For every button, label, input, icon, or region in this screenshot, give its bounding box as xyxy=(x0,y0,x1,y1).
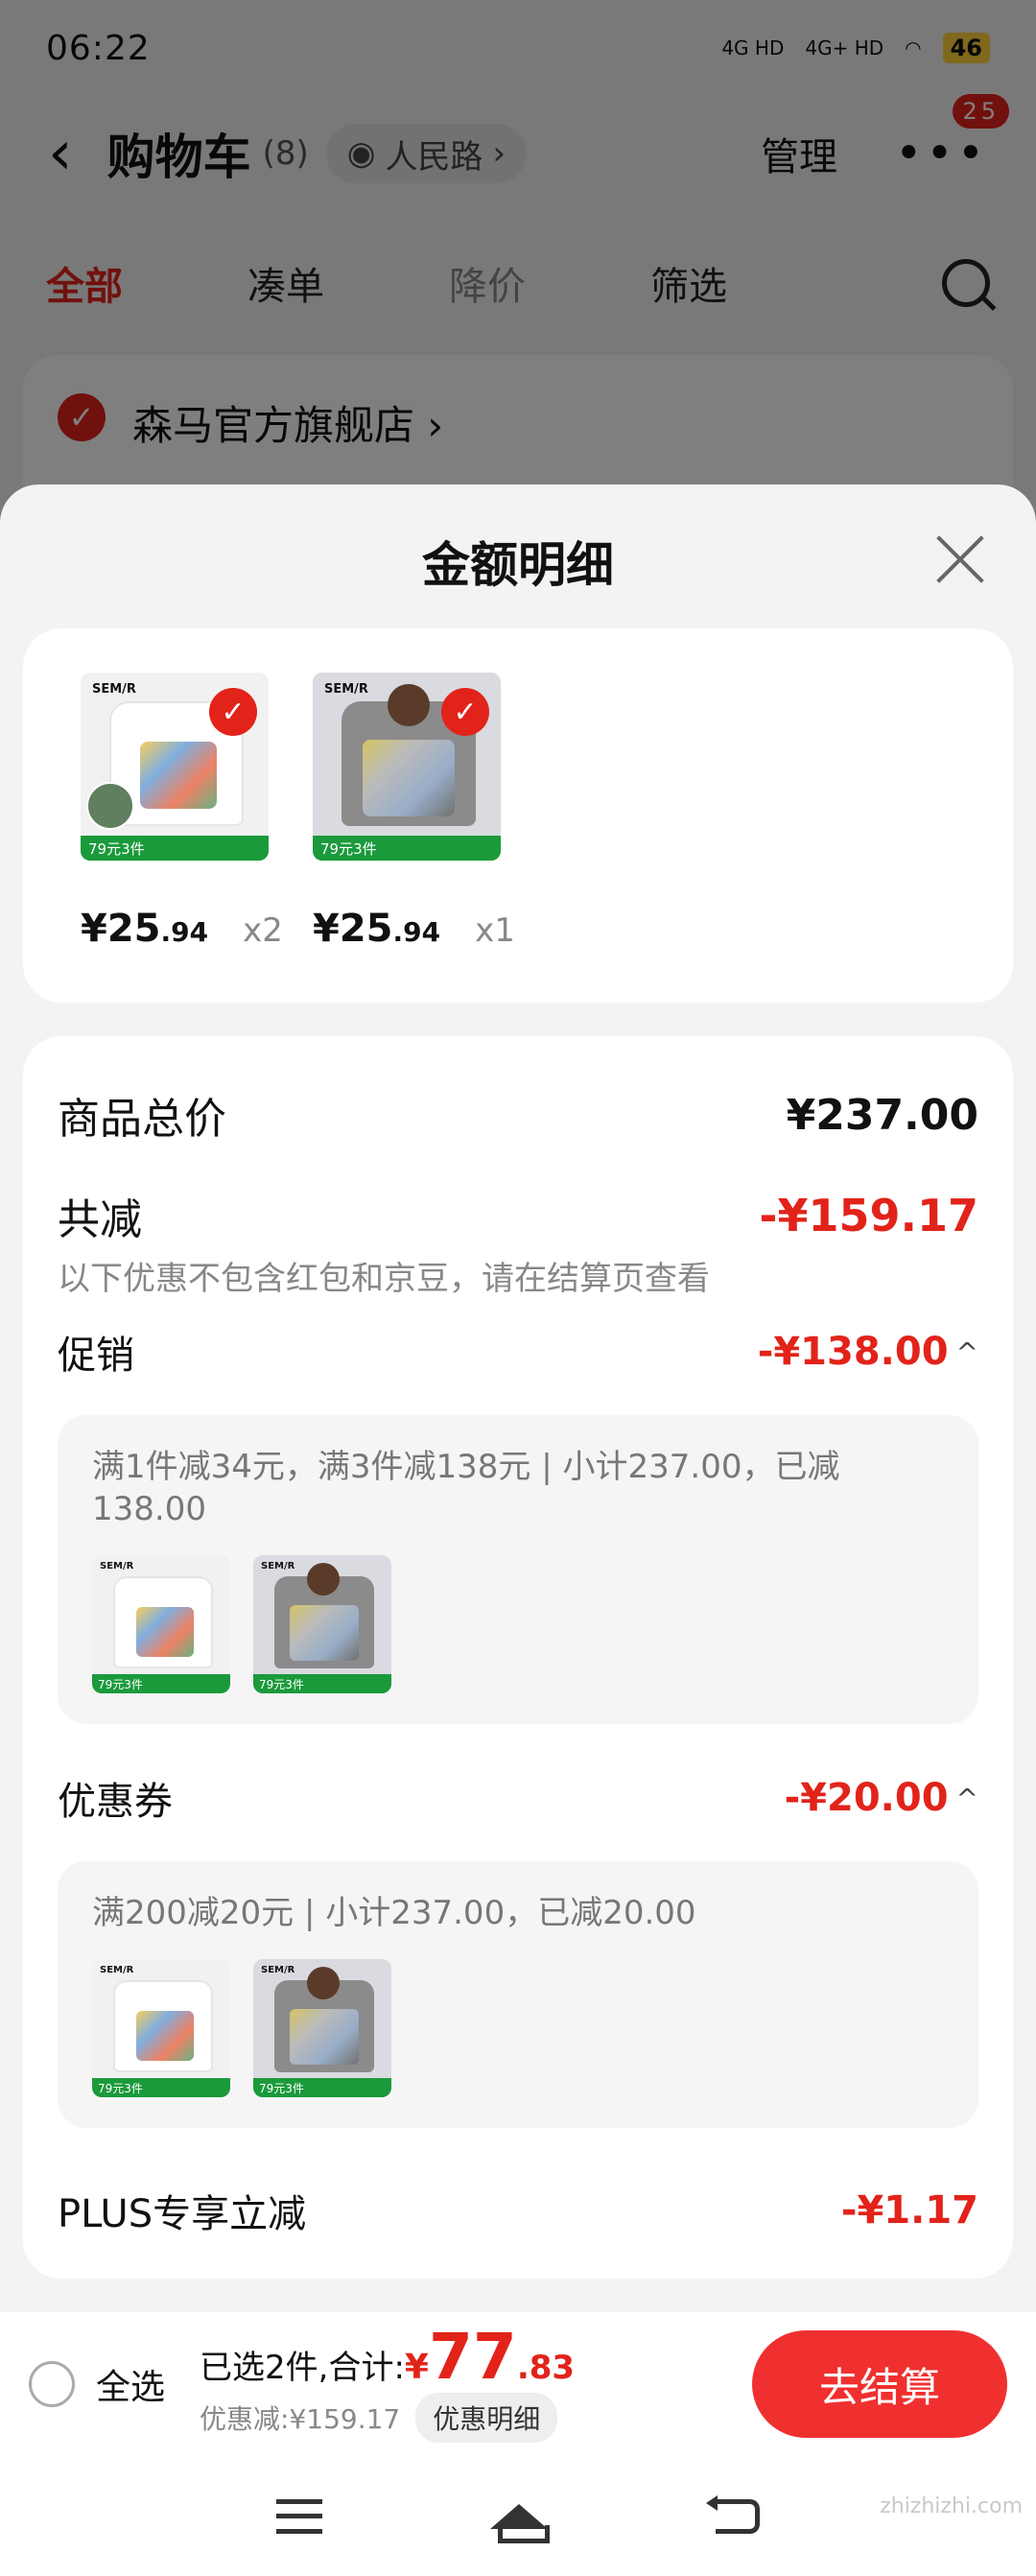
brand-label: SEM/R xyxy=(261,1965,295,1975)
selected-items: SEM/R 79元3件 ✓ ¥25.94 x2 SEM/R 79元3件 ✓ ¥2… xyxy=(23,628,1013,1003)
model-head xyxy=(307,1967,340,1999)
dim-overlay[interactable] xyxy=(0,0,1036,499)
promo-detail-box: 满1件减34元，满3件减138元 | 小计237.00，已减138.00 SEM… xyxy=(58,1415,978,1724)
tshirt-white-image xyxy=(113,1576,213,1668)
sheet-header: 金额明细 xyxy=(0,484,1036,638)
coupon-items: SEM/R 79元3件 SEM/R 79元3件 xyxy=(92,1959,944,2097)
promo-row[interactable]: 促销 -¥138.00 ^ xyxy=(58,1324,978,1380)
model-head xyxy=(388,684,430,726)
plus-row: PLUS专享立减 -¥1.17 xyxy=(58,2183,978,2238)
product-image: SEM/R 79元3件 ✓ xyxy=(313,673,501,861)
item-price: ¥25.94 xyxy=(81,907,209,951)
reduce-value: -¥159.17 xyxy=(759,1190,978,1241)
total-row: 商品总价 ¥237.00 xyxy=(58,1084,978,1146)
promo-tag: 79元3件 xyxy=(92,2078,230,2097)
total-integer: 77 xyxy=(428,2320,517,2394)
promo-tag: 79元3件 xyxy=(92,1674,230,1693)
close-icon[interactable] xyxy=(929,531,986,588)
item-card[interactable]: SEM/R 79元3件 ✓ ¥25.94 x2 xyxy=(81,673,283,958)
promo-tag: 79元3件 xyxy=(81,836,269,861)
brand-label: SEM/R xyxy=(324,682,368,697)
price-breakdown: 商品总价 ¥237.00 共减 -¥159.17 以下优惠不包含红包和京豆，请在… xyxy=(23,1036,1013,2279)
brand-label: SEM/R xyxy=(92,682,136,697)
plus-value: -¥1.17 xyxy=(840,2188,978,2233)
promo-tag: 79元3件 xyxy=(253,1674,391,1693)
cart-background: 06:22 4G HD 4G+ HD ◠ 46 ‹ 购物车 (8) ◉ 人民路 … xyxy=(0,0,1036,547)
chevron-up-icon: ^ xyxy=(955,1335,978,1368)
model-head xyxy=(307,1563,340,1595)
selected-check-icon[interactable]: ✓ xyxy=(209,688,257,736)
item-price: ¥25.94 xyxy=(313,907,441,951)
promo-item-thumb: SEM/R 79元3件 xyxy=(253,1555,391,1693)
checkout-button[interactable]: 去结算 xyxy=(752,2330,1007,2438)
total-value: ¥237.00 xyxy=(786,1090,978,1140)
coupon-detail-box: 满200减20元 | 小计237.00，已减20.00 SEM/R 79元3件 … xyxy=(58,1861,978,2128)
tshirt-white-image xyxy=(113,1980,213,2072)
item-qty: x2 xyxy=(243,911,283,950)
promo-items: SEM/R 79元3件 SEM/R 79元3件 xyxy=(92,1555,944,1693)
discount-line: 优惠减:¥159.17 优惠明细 xyxy=(200,2393,575,2443)
brand-label: SEM/R xyxy=(261,1561,295,1572)
total-line: 已选2件,合计: ¥ 77 .83 xyxy=(200,2326,575,2389)
menu-icon[interactable] xyxy=(275,2498,322,2534)
coupon-desc: 满200减20元 | 小计237.00，已减20.00 xyxy=(92,1894,696,1932)
promo-tag: 79元3件 xyxy=(253,2078,391,2097)
promo-tag: 79元3件 xyxy=(313,836,501,861)
selected-count: 已选2件,合计: xyxy=(200,2349,405,2387)
select-all-label[interactable]: 全选 xyxy=(96,2359,165,2409)
reduce-label: 共减 xyxy=(58,1195,142,1244)
sticker-icon xyxy=(86,782,134,830)
product-image: SEM/R 79元3件 ✓ xyxy=(81,673,269,861)
coupon-value: -¥20.00 xyxy=(784,1776,949,1820)
total-decimal: .83 xyxy=(516,2349,576,2387)
coupon-item-thumb: SEM/R 79元3件 xyxy=(92,1959,230,2097)
item-qty: x1 xyxy=(475,911,515,950)
total-label: 商品总价 xyxy=(58,1095,226,1144)
promo-desc: 满1件减34元，满3件减138元 | 小计237.00，已减138.00 xyxy=(92,1448,840,1528)
chevron-up-icon: ^ xyxy=(955,1782,978,1814)
brand-label: SEM/R xyxy=(100,1561,134,1572)
home-icon[interactable] xyxy=(489,2503,550,2543)
watermark: zhizhizhi.com xyxy=(880,2494,1023,2518)
item-card[interactable]: SEM/R 79元3件 ✓ ¥25.94 x1 xyxy=(313,673,515,958)
currency-symbol: ¥ xyxy=(404,2348,429,2387)
price-row: ¥25.94 x2 xyxy=(81,907,283,951)
amount-detail-sheet: 金额明细 SEM/R 79元3件 ✓ ¥25.94 x2 SEM/R 79元3件 xyxy=(0,484,1036,2322)
promo-value: -¥138.00 xyxy=(757,1330,949,1374)
sum-summary: 已选2件,合计: ¥ 77 .83 优惠减:¥159.17 优惠明细 xyxy=(200,2326,575,2443)
promo-label: 促销 xyxy=(58,1334,134,1378)
reduce-note: 以下优惠不包含红包和京豆，请在结算页查看 xyxy=(58,1260,710,1298)
back-nav-icon[interactable] xyxy=(706,2494,761,2534)
select-all-radio[interactable] xyxy=(29,2361,75,2407)
coupon-label: 优惠券 xyxy=(58,1780,173,1824)
brand-label: SEM/R xyxy=(100,1965,134,1975)
coupon-row[interactable]: 优惠券 -¥20.00 ^ xyxy=(58,1770,978,1826)
selected-check-icon[interactable]: ✓ xyxy=(441,688,489,736)
plus-label: PLUS专享立减 xyxy=(58,2192,307,2236)
sheet-title: 金额明细 xyxy=(422,537,614,593)
discount-text: 优惠减:¥159.17 xyxy=(200,2403,401,2435)
discount-detail-button[interactable]: 优惠明细 xyxy=(415,2393,558,2443)
coupon-item-thumb: SEM/R 79元3件 xyxy=(253,1959,391,2097)
checkout-bar: 全选 已选2件,合计: ¥ 77 .83 优惠减:¥159.17 优惠明细 去结… xyxy=(0,2312,1036,2456)
price-row: ¥25.94 x1 xyxy=(313,907,515,951)
promo-item-thumb: SEM/R 79元3件 xyxy=(92,1555,230,1693)
reduce-row: 共减 -¥159.17 xyxy=(58,1185,978,1246)
